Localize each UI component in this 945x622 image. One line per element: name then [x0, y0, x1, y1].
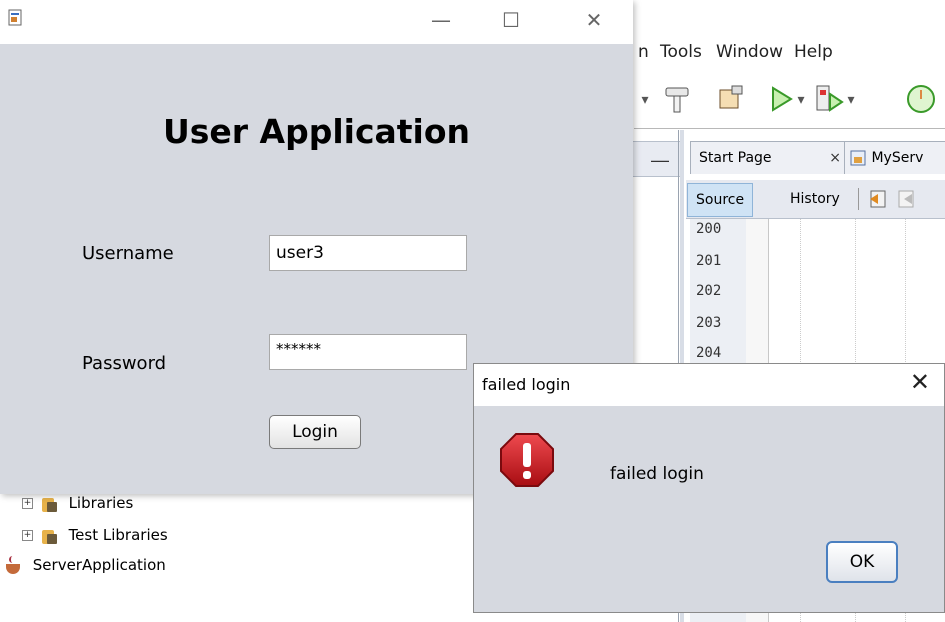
history-button[interactable]: History — [782, 183, 848, 215]
menu-item-help[interactable]: Help — [794, 42, 833, 62]
menu-item-partial[interactable]: n — [638, 42, 649, 62]
dropdown-arrow-icon[interactable]: ▾ — [844, 82, 858, 116]
line-number: 204 — [696, 345, 722, 361]
back-icon[interactable] — [868, 189, 890, 209]
line-number: 200 — [696, 221, 722, 237]
java-app-icon — [8, 9, 22, 26]
window-titlebar: — ☐ ✕ — [0, 0, 633, 44]
run-icon[interactable] — [764, 82, 798, 116]
toolbar-divider — [634, 128, 945, 129]
ok-button[interactable]: OK — [826, 541, 898, 583]
dropdown-arrow-icon[interactable]: ▾ — [794, 82, 808, 116]
error-icon — [500, 433, 554, 487]
tree-item-libraries[interactable]: + Libraries — [22, 492, 133, 514]
close-button[interactable]: ✕ — [571, 2, 617, 38]
editbar-divider — [858, 188, 859, 210]
minimize-panel-icon[interactable]: — — [651, 150, 669, 171]
minimize-button[interactable]: — — [418, 2, 464, 38]
dialog-titlebar: failed login ✕ — [474, 364, 944, 406]
debug-icon[interactable] — [812, 82, 846, 116]
editor-tabs: Start Page × MyServ — [690, 141, 945, 175]
dialog-message: failed login — [610, 464, 704, 484]
tree-item-label: Libraries — [68, 494, 134, 512]
profile-icon[interactable] — [902, 82, 936, 116]
username-input[interactable]: user3 — [269, 235, 467, 271]
library-folder-icon — [41, 528, 58, 544]
close-tab-icon[interactable]: × — [829, 142, 841, 174]
tree-item-test-libraries[interactable]: + Test Libraries — [22, 524, 168, 546]
app-heading: User Application — [162, 112, 471, 151]
forward-icon[interactable] — [896, 189, 918, 209]
dropdown-arrow-icon[interactable]: ▾ — [638, 82, 652, 116]
hammer-icon[interactable] — [660, 82, 694, 116]
java-file-icon — [850, 150, 866, 166]
maximize-button[interactable]: ☐ — [488, 2, 534, 38]
tab-start-page[interactable]: Start Page × — [690, 141, 848, 174]
expand-icon[interactable]: + — [22, 530, 33, 541]
expand-icon[interactable]: + — [22, 498, 33, 509]
ide-menubar: n Tools Window Help — [630, 38, 945, 68]
login-button[interactable]: Login — [269, 415, 361, 449]
clean-build-icon[interactable] — [714, 82, 748, 116]
line-number: 202 — [696, 283, 722, 299]
ide-toolbar: ▾ ▾ ▾ — [630, 70, 945, 130]
username-label: Username — [82, 243, 174, 264]
tab-label: Start Page — [699, 150, 772, 166]
tree-item-label: ServerApplication — [32, 556, 166, 574]
projects-panel-header: — — [630, 141, 682, 177]
dialog-title: failed login — [482, 375, 571, 394]
close-icon[interactable]: ✕ — [910, 368, 930, 396]
tab-myserver[interactable]: MyServ — [844, 141, 945, 174]
tree-item-label: Test Libraries — [68, 526, 168, 544]
failed-login-dialog: failed login ✕ failed login OK — [473, 363, 945, 613]
password-input[interactable]: ****** — [269, 334, 467, 370]
java-project-icon — [4, 555, 24, 576]
password-label: Password — [82, 353, 167, 374]
source-button[interactable]: Source — [687, 183, 754, 217]
menu-item-window[interactable]: Window — [716, 42, 783, 62]
line-number: 201 — [696, 253, 722, 269]
menu-item-tools[interactable]: Tools — [660, 42, 702, 62]
library-folder-icon — [41, 496, 58, 512]
tab-label: MyServ — [871, 150, 924, 166]
tree-item-server-application[interactable]: ServerApplication — [4, 554, 166, 576]
line-number: 203 — [696, 315, 722, 331]
editor-toolbar: Source History — [686, 180, 945, 219]
